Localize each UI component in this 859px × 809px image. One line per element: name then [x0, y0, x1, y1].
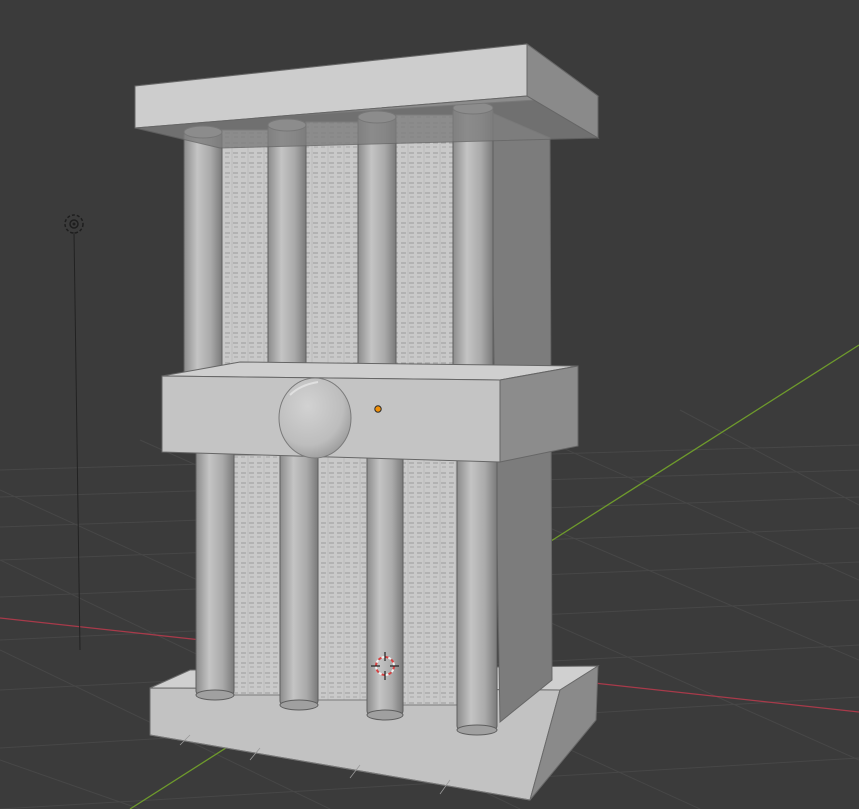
upper-panels — [221, 114, 457, 378]
3d-viewport[interactable] — [0, 0, 859, 809]
sphere-ornament[interactable] — [278, 377, 352, 459]
lower-panels — [229, 454, 463, 706]
light-line — [73, 231, 81, 651]
top-slab[interactable] — [134, 43, 600, 149]
middle-band[interactable] — [161, 361, 579, 463]
light-icon[interactable] — [64, 214, 84, 234]
object-origin-icon[interactable] — [374, 405, 382, 413]
